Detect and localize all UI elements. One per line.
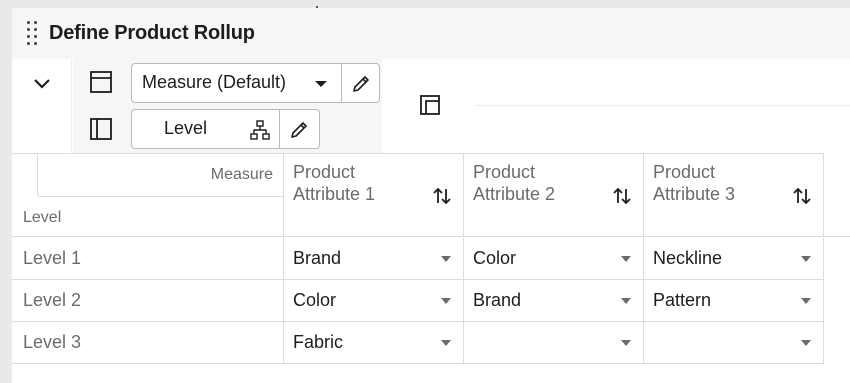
- cell-value: Color: [293, 290, 337, 310]
- dropdown-caret-icon[interactable]: [621, 256, 631, 262]
- attribute-select[interactable]: Color: [464, 238, 644, 280]
- column-layout-icon[interactable]: [88, 116, 114, 142]
- dropdown-caret-icon[interactable]: [441, 340, 451, 346]
- drag-handle-icon[interactable]: [25, 20, 39, 48]
- select-divider: [279, 110, 280, 148]
- sort-icon[interactable]: [432, 186, 452, 206]
- cell-value: Neckline: [653, 248, 723, 268]
- row-header: Level 3: [12, 322, 284, 364]
- view-toolbar: Measure (Default) Level: [12, 59, 850, 153]
- sort-icon[interactable]: [612, 186, 632, 206]
- pencil-icon[interactable]: [288, 119, 310, 141]
- dropdown-caret-icon[interactable]: [801, 256, 811, 262]
- column-header-line1: Product: [473, 162, 536, 182]
- attribute-select[interactable]: [644, 322, 824, 364]
- sort-icon[interactable]: [792, 186, 812, 206]
- toolbar-collapse-area: [12, 59, 72, 153]
- top-border: [0, 0, 850, 8]
- cell-value: Fabric: [293, 332, 344, 352]
- attribute-select[interactable]: Brand: [464, 280, 644, 322]
- table-row: Level 1 Brand Color Neckline: [12, 238, 824, 280]
- level-select[interactable]: Level: [131, 109, 320, 149]
- column-header-line1: Product: [653, 162, 716, 182]
- layout-controls: Measure (Default) Level: [73, 59, 382, 153]
- table-row: Level 3 Fabric: [12, 322, 824, 364]
- dropdown-caret-icon[interactable]: [801, 298, 811, 304]
- row-layout-icon[interactable]: [88, 69, 114, 95]
- attribute-select[interactable]: Pattern: [644, 280, 824, 322]
- measure-select-value: Measure (Default): [142, 72, 287, 92]
- panel-header: Define Product Rollup: [12, 8, 850, 59]
- chevron-down-icon[interactable]: [32, 73, 52, 93]
- row-header: Level 1: [12, 238, 284, 280]
- dropdown-caret-icon[interactable]: [621, 298, 631, 304]
- grid-corner: Measure Level: [12, 153, 284, 237]
- cell-value: Brand: [293, 248, 342, 268]
- column-header-line2: Attribute 3: [653, 184, 736, 204]
- cell-value: Brand: [473, 290, 522, 310]
- hierarchy-icon[interactable]: [249, 119, 271, 141]
- panel-title: Define Product Rollup: [49, 22, 255, 44]
- pencil-icon[interactable]: [350, 73, 372, 95]
- corner-spacer: [12, 154, 38, 196]
- measure-label: Measure: [210, 166, 273, 183]
- dropdown-caret-icon[interactable]: [621, 340, 631, 346]
- column-header-line2: Attribute 1: [293, 184, 376, 204]
- column-header-attribute-3[interactable]: Product Attribute 3: [644, 153, 824, 237]
- column-header-attribute-1[interactable]: Product Attribute 1: [284, 153, 464, 237]
- attribute-select[interactable]: Fabric: [284, 322, 464, 364]
- dropdown-caret-icon[interactable]: [441, 256, 451, 262]
- cell-value: Color: [473, 248, 517, 268]
- attribute-select[interactable]: Neckline: [644, 238, 824, 280]
- attribute-select[interactable]: Color: [284, 280, 464, 322]
- measure-select[interactable]: Measure (Default): [131, 63, 380, 103]
- left-border: [0, 0, 12, 383]
- rollup-grid: Measure Level Product Attribute 1 Produc…: [12, 153, 850, 383]
- dropdown-caret-icon[interactable]: [314, 79, 328, 89]
- select-divider: [341, 64, 342, 102]
- table-row: Level 2 Color Brand Pattern: [12, 280, 824, 322]
- app-window: Define Product Rollup Measure (Default) …: [0, 0, 850, 383]
- dropdown-caret-icon[interactable]: [801, 340, 811, 346]
- dropdown-caret-icon[interactable]: [441, 298, 451, 304]
- column-header-line1: Product: [293, 162, 356, 182]
- product-rollup-panel: Define Product Rollup Measure (Default) …: [12, 8, 850, 383]
- freeze-panes-icon[interactable]: [418, 93, 442, 117]
- cell-value: Pattern: [653, 290, 712, 310]
- corner-divider: [38, 196, 284, 197]
- attribute-select[interactable]: [464, 322, 644, 364]
- level-label: Level: [23, 209, 62, 226]
- row-label: Level 3: [23, 332, 82, 352]
- row-label: Level 2: [23, 290, 82, 310]
- row-label: Level 1: [23, 248, 82, 268]
- attribute-select[interactable]: Brand: [284, 238, 464, 280]
- row-header: Level 2: [12, 280, 284, 322]
- column-header-line2: Attribute 2: [473, 184, 556, 204]
- toolbar-divider: [474, 105, 850, 106]
- column-header-attribute-2[interactable]: Product Attribute 2: [464, 153, 644, 237]
- grid-header-row: Measure Level Product Attribute 1 Produc…: [12, 153, 850, 237]
- level-select-value: Level: [164, 118, 208, 138]
